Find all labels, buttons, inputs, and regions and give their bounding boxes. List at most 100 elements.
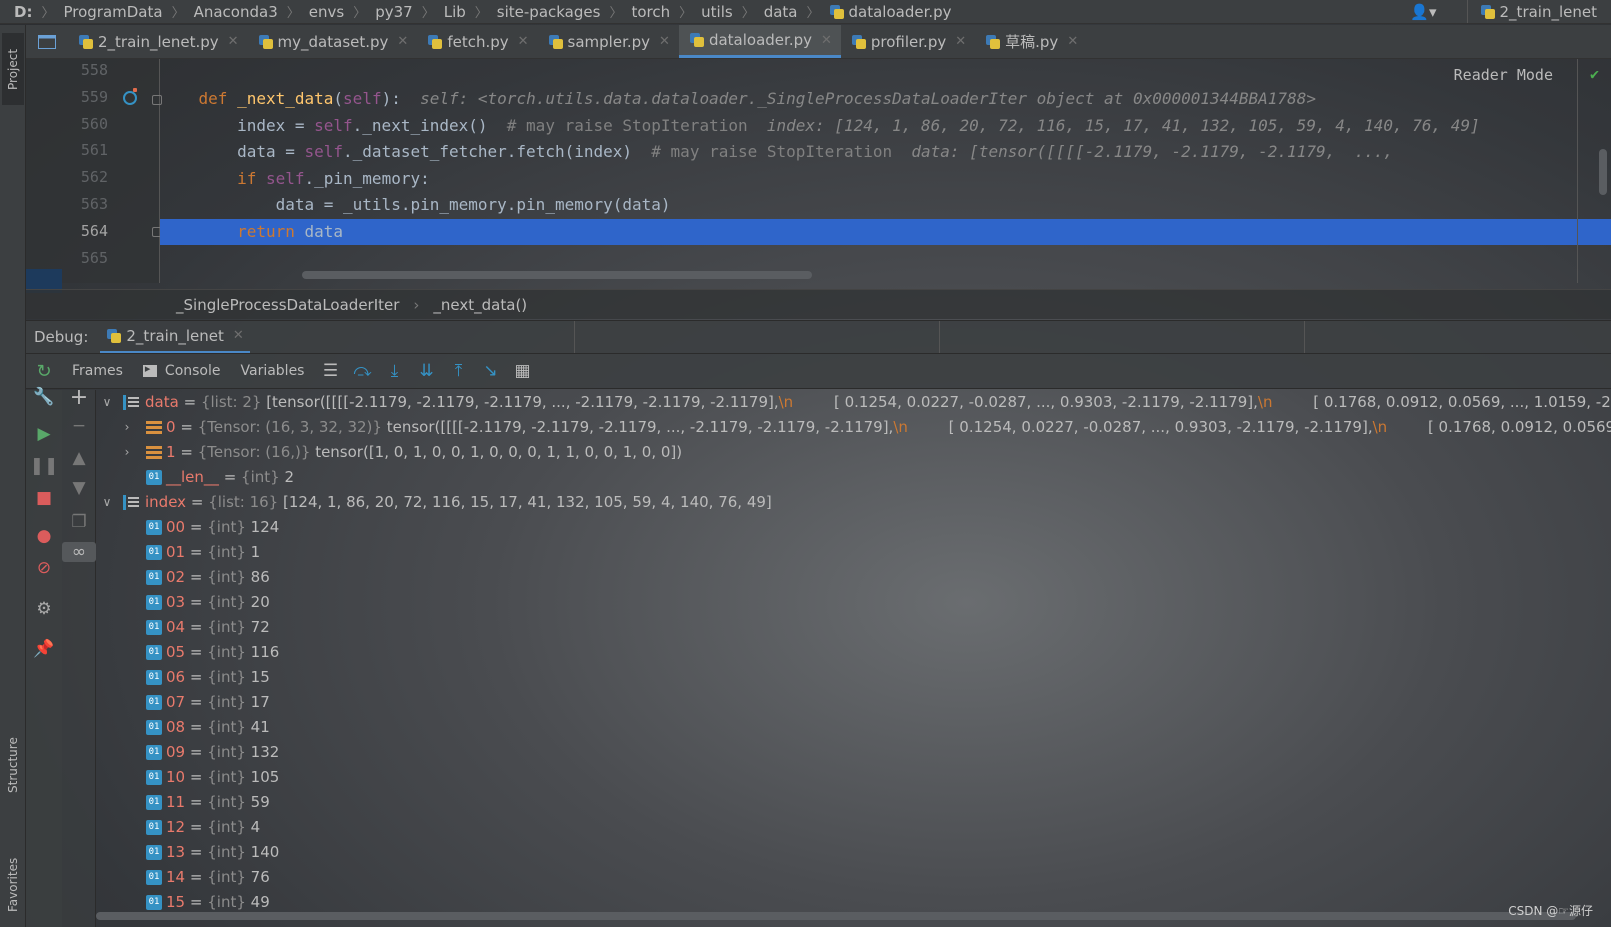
tree-row-index-item[interactable]: 01 09 = {int} 132 — [96, 740, 1611, 765]
breadcrumb-class[interactable]: _SingleProcessDataLoaderIter — [176, 296, 399, 314]
stop-icon[interactable]: ■ — [26, 488, 62, 508]
reader-mode-toggle[interactable]: Reader Mode — [1454, 66, 1553, 84]
tree-row-index-item[interactable]: 01 10 = {int} 105 — [96, 765, 1611, 790]
step-into-icon[interactable]: ⤓ — [378, 361, 410, 381]
tab-console[interactable]: Console — [133, 353, 231, 389]
code-self: self — [265, 169, 305, 188]
project-view-icon[interactable] — [26, 25, 68, 58]
resume-icon[interactable]: ▶ — [26, 424, 62, 444]
code-comment: # may raise StopIteration — [506, 116, 748, 135]
chevron-right-icon[interactable]: › — [120, 415, 134, 440]
tool-window-project[interactable]: Project — [2, 33, 24, 105]
tree-row-index-item[interactable]: 01 13 = {int} 140 — [96, 840, 1611, 865]
editor-tab[interactable]: sampler.py ✕ — [538, 25, 679, 58]
run-to-cursor-icon[interactable]: ↘ — [474, 361, 506, 381]
tree-row-index[interactable]: ∨ index = {list: 16} [124, 1, 86, 20, 72… — [96, 490, 1611, 515]
tab-variables[interactable]: Variables — [231, 353, 315, 389]
step-out-icon[interactable]: ⤒ — [442, 361, 474, 381]
breadcrumb-item[interactable]: utils — [701, 3, 733, 21]
add-watch-icon[interactable]: + — [62, 385, 96, 410]
editor-gutter[interactable]: 558 559 560 561 562 563 564 565 — [26, 59, 162, 293]
tree-row-index-item[interactable]: 01 15 = {int} 49 — [96, 890, 1611, 910]
close-icon[interactable]: ✕ — [955, 34, 966, 49]
breadcrumb-item[interactable]: site-packages — [497, 3, 601, 21]
close-icon[interactable]: ✕ — [233, 328, 244, 343]
close-icon[interactable]: ✕ — [228, 34, 239, 49]
debug-session-tab[interactable]: 2_train_lenet ✕ — [100, 321, 250, 354]
breadcrumb-item[interactable]: py37 — [375, 3, 413, 21]
breadcrumb-item[interactable]: data — [764, 3, 798, 21]
user-icon[interactable]: 👤▾ — [1410, 3, 1436, 21]
tab-frames[interactable]: Frames — [62, 353, 133, 389]
breadcrumb-method[interactable]: _next_data() — [433, 296, 527, 314]
view-breakpoints-icon[interactable]: ● — [26, 526, 62, 546]
close-icon[interactable]: ✕ — [1067, 34, 1078, 49]
close-icon[interactable]: ✕ — [397, 34, 408, 49]
line-number: 562 — [80, 168, 108, 186]
tree-row-data[interactable]: ∨ data = {list: 2} [tensor([[[[-2.1179, … — [96, 390, 1611, 415]
tree-row-data-1[interactable]: › 1 = {Tensor: (16,)} tensor([1, 0, 1, 0… — [96, 440, 1611, 465]
breadcrumb-drive[interactable]: D: — [14, 3, 32, 21]
wrench-icon[interactable]: 🔧 — [26, 387, 62, 407]
tree-row-index-item[interactable]: 01 12 = {int} 4 — [96, 815, 1611, 840]
evaluate-expression-icon[interactable]: ▦ — [506, 361, 538, 381]
override-method-icon[interactable] — [123, 88, 137, 105]
tree-row-index-item[interactable]: 01 05 = {int} 116 — [96, 640, 1611, 665]
tree-row-index-item[interactable]: 01 06 = {int} 15 — [96, 665, 1611, 690]
tree-row-index-item[interactable]: 01 04 = {int} 72 — [96, 615, 1611, 640]
editor-tab-active[interactable]: dataloader.py ✕ — [678, 25, 841, 58]
vertical-scrollbar[interactable] — [1599, 149, 1607, 195]
tree-row-data-0[interactable]: › 0 = {Tensor: (16, 3, 32, 32)} tensor([… — [96, 415, 1611, 440]
tree-row-index-item[interactable]: 01 11 = {int} 59 — [96, 790, 1611, 815]
tree-row-index-item[interactable]: 01 07 = {int} 17 — [96, 690, 1611, 715]
step-into-my-code-icon[interactable]: ⇊ — [410, 361, 442, 381]
tree-row-index-item[interactable]: 01 01 = {int} 1 — [96, 540, 1611, 565]
chevron-down-icon[interactable]: ∨ — [100, 490, 114, 515]
pin-icon[interactable]: 📌 — [26, 639, 62, 659]
chevron-down-icon[interactable]: ∨ — [100, 390, 114, 415]
breadcrumb-item[interactable]: ProgramData — [63, 3, 162, 21]
close-icon[interactable]: ✕ — [518, 34, 529, 49]
chevron-right-icon[interactable]: › — [120, 440, 134, 465]
pause-icon[interactable]: ❚❚ — [26, 456, 62, 476]
tree-row-index-item[interactable]: 01 14 = {int} 76 — [96, 865, 1611, 890]
breadcrumb-item[interactable]: envs — [309, 3, 344, 21]
tree-row-index-item[interactable]: 01 00 = {int} 124 — [96, 515, 1611, 540]
tree-row-len[interactable]: 01 __len__ = {int} 2 — [96, 465, 1611, 490]
horizontal-scrollbar[interactable] — [302, 271, 812, 279]
tree-row-index-item[interactable]: 01 03 = {int} 20 — [96, 590, 1611, 615]
move-down-icon[interactable]: ▼ — [62, 478, 96, 498]
code-editor[interactable]: 558 559 560 561 562 563 564 565 def _nex… — [26, 59, 1611, 293]
variables-tree[interactable]: ∨ data = {list: 2} [tensor([[[[-2.1179, … — [96, 390, 1611, 910]
breadcrumb-file[interactable]: dataloader.py — [849, 3, 952, 21]
mute-breakpoints-icon[interactable]: ⊘ — [26, 558, 62, 578]
breadcrumb-item[interactable]: torch — [631, 3, 670, 21]
settings-gear-icon[interactable]: ⚙ — [26, 599, 62, 619]
editor-tab[interactable]: profiler.py ✕ — [841, 25, 975, 58]
editor-tab[interactable]: 草稿.py ✕ — [975, 25, 1087, 58]
breadcrumb-item[interactable]: Anaconda3 — [194, 3, 278, 21]
editor-tab[interactable]: 2_train_lenet.py ✕ — [68, 25, 248, 58]
tool-window-structure[interactable]: Structure — [2, 725, 24, 805]
remove-watch-icon[interactable]: − — [62, 416, 96, 436]
tree-row-index-item[interactable]: 01 08 = {int} 41 — [96, 715, 1611, 740]
variable-type: {int} — [207, 818, 246, 836]
tool-window-favorites[interactable]: Favorites — [2, 845, 24, 925]
tree-row-index-item[interactable]: 01 02 = {int} 86 — [96, 565, 1611, 590]
inline-debug-value: index: [124, 1, 86, 20, 72, 116, 15, 17,… — [766, 116, 1480, 135]
run-configuration-selector[interactable]: 2_train_lenet — [1466, 0, 1611, 23]
inspection-ok-icon[interactable]: ✔ — [1590, 65, 1599, 83]
close-icon[interactable]: ✕ — [659, 34, 670, 49]
editor-tab[interactable]: my_dataset.py ✕ — [248, 25, 418, 58]
rerun-icon[interactable]: ↻ — [26, 361, 62, 382]
close-icon[interactable]: ✕ — [821, 33, 832, 48]
variables-horizontal-scrollbar[interactable] — [96, 912, 1576, 920]
editor-tab[interactable]: fetch.py ✕ — [417, 25, 537, 58]
move-up-icon[interactable]: ▲ — [62, 448, 96, 468]
show-execution-point-icon[interactable]: ☰ — [314, 361, 346, 381]
show-watches-glasses-icon[interactable]: ∞ — [62, 542, 96, 562]
copy-icon[interactable]: ❐ — [62, 512, 96, 532]
code-lines[interactable]: def _next_data(self): self: <torch.utils… — [160, 59, 1611, 283]
step-over-icon[interactable]: ⤼ — [346, 361, 378, 381]
breadcrumb-item[interactable]: Lib — [444, 3, 466, 21]
